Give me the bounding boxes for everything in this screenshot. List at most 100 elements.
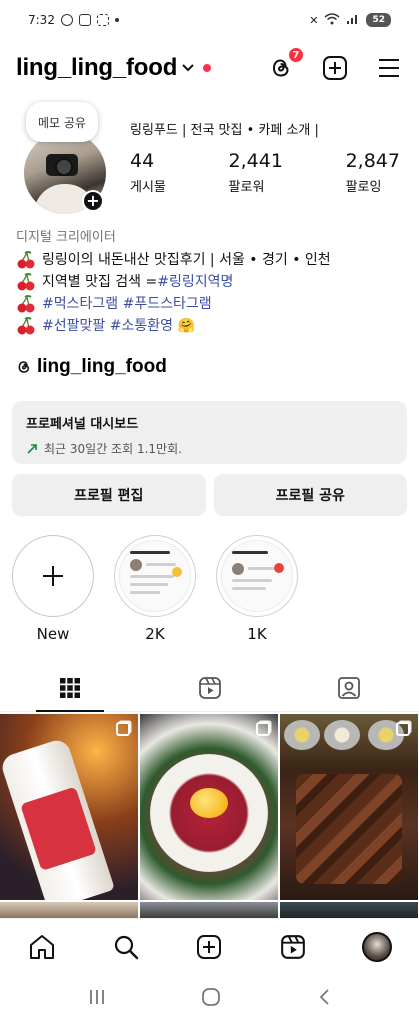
- story-highlights: New 2K 1K: [12, 535, 298, 643]
- home-icon: [29, 934, 54, 959]
- multi-image-icon: [396, 722, 410, 736]
- profile-category: 디지털 크리에이터: [16, 230, 116, 245]
- stat-value: 2,847: [345, 150, 400, 172]
- post-thumbnail[interactable]: [280, 714, 418, 900]
- threads-button[interactable]: 7: [267, 46, 305, 82]
- hamburger-menu-icon: [379, 59, 399, 77]
- cherry-icon: [17, 273, 35, 291]
- highlight-new[interactable]: New: [12, 535, 94, 643]
- add-story-icon[interactable]: +: [82, 190, 104, 212]
- battery-indicator: 52: [366, 13, 391, 27]
- profile-header: ling_ling_food 7: [16, 46, 403, 90]
- bio-text: 링링이의 내돈내산 맛집후기 | 서울 • 경기 • 인천: [42, 252, 331, 268]
- post-thumbnail[interactable]: [140, 714, 278, 900]
- bio-text: 지역별 맛집 검색 =: [42, 274, 158, 290]
- tab-reels[interactable]: [140, 664, 280, 711]
- username-switcher[interactable]: ling_ling_food: [16, 54, 177, 82]
- bottom-navigation: [0, 918, 419, 974]
- highlight-label: 1K: [247, 625, 267, 643]
- profile-tabs: [0, 664, 419, 712]
- post-thumbnail[interactable]: [0, 902, 138, 918]
- threads-handle: ling_ling_food: [37, 356, 167, 377]
- reels-icon: [281, 934, 306, 959]
- cherry-icon: [17, 317, 35, 335]
- stat-followers[interactable]: 2,441 팔로워: [229, 150, 283, 195]
- highlight-2k[interactable]: 2K: [114, 535, 196, 643]
- notification-icon: [60, 14, 73, 26]
- instagram-notification-icon: [78, 14, 91, 26]
- menu-button[interactable]: [375, 54, 403, 82]
- tab-tagged[interactable]: [279, 664, 419, 711]
- home-button[interactable]: [201, 987, 221, 1011]
- edit-profile-button[interactable]: 프로필 편집: [12, 474, 206, 516]
- status-time: 7:32: [28, 13, 55, 27]
- bio-line: #먹스타그램 #푸드스타그램: [16, 293, 407, 315]
- hashtag-link[interactable]: #푸드스타그램: [123, 293, 212, 315]
- nav-search[interactable]: [111, 932, 141, 962]
- tagged-icon: [338, 676, 361, 699]
- highlight-label: 2K: [145, 625, 165, 643]
- profile-display-name: 링링푸드 | 전국 맛집 • 카페 소개 |: [130, 123, 319, 138]
- status-bar: 7:32 ✕ 52: [0, 0, 419, 40]
- highlight-cover: [114, 535, 196, 617]
- home-circle-icon: [202, 988, 221, 1006]
- hugging-face-emoji: 🤗: [177, 318, 195, 334]
- note-bubble[interactable]: 메모 공유: [26, 102, 98, 142]
- stat-label: 게시물: [130, 180, 166, 195]
- nav-home[interactable]: [27, 932, 57, 962]
- stat-label: 팔로워: [228, 180, 265, 195]
- hashtag-link[interactable]: #선팔맞팔: [42, 315, 105, 337]
- dashboard-subtitle: 최근 30일간 조회 1.1만회.: [26, 440, 393, 457]
- wifi-icon: [324, 12, 340, 28]
- stat-posts[interactable]: 44 게시물: [130, 150, 166, 195]
- recent-apps-button[interactable]: [87, 988, 107, 1010]
- new-highlight-circle: [12, 535, 94, 617]
- chevron-down-icon[interactable]: [181, 60, 197, 76]
- signal-icon: [346, 13, 360, 28]
- create-icon: [197, 934, 222, 959]
- share-profile-button[interactable]: 프로필 공유: [213, 474, 407, 516]
- highlight-1k[interactable]: 1K: [216, 535, 298, 643]
- mute-icon: ✕: [309, 13, 319, 27]
- stat-following[interactable]: 2,847 팔로잉: [346, 150, 400, 195]
- nav-create[interactable]: [194, 932, 224, 962]
- highlight-cover: [216, 535, 298, 617]
- profile-actions: 프로필 편집 프로필 공유: [12, 474, 407, 516]
- hashtag-link[interactable]: #먹스타그램: [42, 293, 118, 315]
- tab-grid[interactable]: [0, 664, 140, 712]
- post-thumbnail[interactable]: [140, 902, 278, 918]
- professional-dashboard[interactable]: 프로페셔널 대시보드 최근 30일간 조회 1.1만회.: [12, 401, 407, 464]
- post-thumbnail[interactable]: [0, 714, 138, 900]
- multi-image-icon: [256, 722, 270, 736]
- nav-reels[interactable]: [278, 932, 308, 962]
- search-icon: [114, 935, 138, 959]
- posts-grid: [0, 714, 419, 918]
- threads-profile-link[interactable]: ling_ling_food: [16, 356, 167, 378]
- hashtag-link[interactable]: #소통환영: [110, 315, 173, 337]
- reels-icon: [198, 676, 221, 699]
- plus-square-icon: [323, 56, 347, 80]
- nav-profile[interactable]: [362, 931, 393, 962]
- screenshot-icon: [96, 14, 109, 26]
- bio-line: 링링이의 내돈내산 맛집후기 | 서울 • 경기 • 인천: [16, 249, 407, 271]
- back-icon: [319, 989, 329, 1005]
- recent-apps-icon: [90, 990, 105, 1004]
- highlight-label: New: [36, 625, 70, 643]
- trend-up-icon: [27, 443, 37, 454]
- profile-stats: 44 게시물 2,441 팔로워 2,847 팔로잉: [130, 150, 400, 195]
- post-thumbnail[interactable]: [280, 902, 418, 918]
- unread-dot: [203, 64, 212, 72]
- stat-value: 44: [130, 150, 155, 172]
- bio-line: #선팔맞팔 #소통환영 🤗: [16, 315, 407, 337]
- profile-avatar: [362, 931, 393, 962]
- hashtag-link[interactable]: #링링지역명: [157, 271, 233, 293]
- profile-avatar[interactable]: +: [24, 132, 106, 214]
- profile-bio: 링링이의 내돈내산 맛집후기 | 서울 • 경기 • 인천 지역별 맛집 검색 …: [16, 249, 407, 337]
- back-button[interactable]: [316, 987, 332, 1011]
- system-navigation: [0, 974, 419, 1024]
- create-button[interactable]: [321, 54, 349, 82]
- cherry-icon: [17, 295, 35, 313]
- stat-value: 2,441: [228, 150, 283, 172]
- more-notifications-icon: [114, 18, 119, 22]
- bio-line: 지역별 맛집 검색 = #링링지역명: [16, 271, 407, 293]
